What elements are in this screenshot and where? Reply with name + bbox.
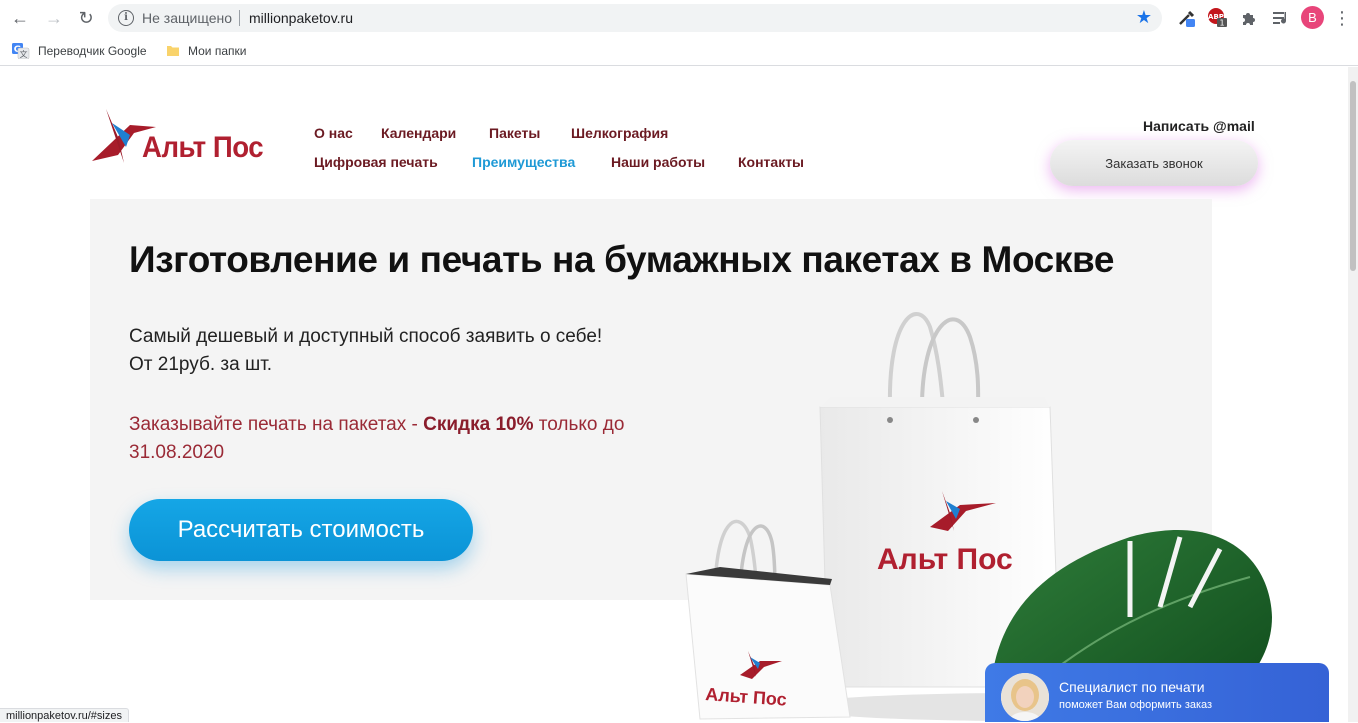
extensions-puzzle-icon[interactable] bbox=[1238, 7, 1260, 29]
back-icon[interactable]: ← bbox=[8, 6, 32, 30]
bookmark-label: Переводчик Google bbox=[38, 44, 147, 58]
hero-title: Изготовление и печать на бумажных пакета… bbox=[129, 239, 1114, 280]
chat-subtitle: поможет Вам оформить заказ bbox=[1059, 699, 1213, 711]
bookmark-my-folders[interactable]: Мои папки bbox=[166, 42, 246, 60]
profile-avatar[interactable]: B bbox=[1301, 6, 1324, 29]
svg-text:文: 文 bbox=[20, 49, 28, 59]
google-translate-icon: G文 bbox=[12, 43, 30, 59]
promo-discount: Скидка 10% bbox=[423, 414, 534, 435]
logo-text: Альт Пос bbox=[142, 131, 264, 164]
specialist-avatar bbox=[1001, 673, 1049, 721]
order-call-button[interactable]: Заказать звонок bbox=[1050, 140, 1258, 186]
color-picker-extension-icon[interactable] bbox=[1176, 7, 1198, 29]
promo-prefix: Заказывайте печать на пакетах - bbox=[129, 414, 424, 435]
site-logo[interactable]: Альт Пос bbox=[90, 107, 280, 167]
paper-bags-illustration: Альт Пос Альт Пос bbox=[685, 312, 1272, 722]
security-label: Не защищено bbox=[142, 10, 232, 26]
scrollbar-thumb[interactable] bbox=[1350, 81, 1356, 271]
menu-item-calendars[interactable]: Календари bbox=[381, 125, 456, 141]
write-mail-link[interactable]: Написать @mail bbox=[1143, 118, 1255, 134]
menu-item-screen-printing[interactable]: Шелкография bbox=[571, 125, 668, 141]
menu-item-contacts[interactable]: Контакты bbox=[738, 154, 804, 170]
address-bar[interactable]: i Не защищено millionpaketov.ru ★ bbox=[108, 4, 1162, 32]
bookmark-label: Мои папки bbox=[188, 44, 247, 58]
folder-icon bbox=[167, 46, 179, 56]
calculate-cost-button[interactable]: Рассчитать стоимость bbox=[129, 499, 473, 561]
status-bar-url: millionpaketov.ru/#sizes bbox=[0, 708, 129, 722]
forward-icon[interactable]: → bbox=[42, 6, 66, 30]
bookmark-google-translate[interactable]: G文 Переводчик Google bbox=[12, 42, 147, 60]
url-text[interactable]: millionpaketov.ru bbox=[249, 10, 353, 26]
menu-item-our-works[interactable]: Наши работы bbox=[611, 154, 705, 170]
menu-item-about[interactable]: О нас bbox=[314, 125, 353, 141]
svg-text:1: 1 bbox=[1219, 19, 1224, 28]
hero-subtitle: Самый дешевый и доступный способ заявить… bbox=[129, 323, 602, 379]
menu-item-bags[interactable]: Пакеты bbox=[489, 125, 540, 141]
media-queue-icon[interactable] bbox=[1270, 7, 1292, 29]
menu-dots-icon[interactable]: ⋮ bbox=[1330, 6, 1354, 30]
chat-title: Специалист по печати bbox=[1059, 679, 1205, 695]
promo-text: Заказывайте печать на пакетах - Скидка 1… bbox=[129, 411, 719, 467]
hero-subtitle-line: Самый дешевый и доступный способ заявить… bbox=[129, 326, 603, 347]
web-page: Альт Пос О нас Календари Пакеты Шелкогра… bbox=[0, 67, 1358, 722]
bookmarks-bar: G文 Переводчик Google Мои папки bbox=[0, 36, 1358, 66]
bookmark-star-icon[interactable]: ★ bbox=[1136, 7, 1152, 28]
omnibox-divider bbox=[239, 10, 240, 26]
chat-widget[interactable]: Специалист по печати поможет Вам оформит… bbox=[985, 663, 1329, 722]
bag-logo-text: Альт Пос bbox=[877, 543, 1013, 576]
adblock-extension-icon[interactable]: ABP 1 bbox=[1207, 7, 1229, 29]
info-icon[interactable]: i bbox=[118, 10, 134, 26]
hero-price-line: От 21руб. за шт. bbox=[129, 354, 273, 375]
menu-item-digital-printing[interactable]: Цифровая печать bbox=[314, 154, 438, 170]
browser-toolbar: ← → ↻ i Не защищено millionpaketov.ru ★ … bbox=[0, 0, 1358, 36]
page-scrollbar[interactable] bbox=[1348, 67, 1358, 722]
reload-icon[interactable]: ↻ bbox=[74, 6, 98, 30]
menu-item-advantages[interactable]: Преимущества bbox=[472, 154, 575, 170]
